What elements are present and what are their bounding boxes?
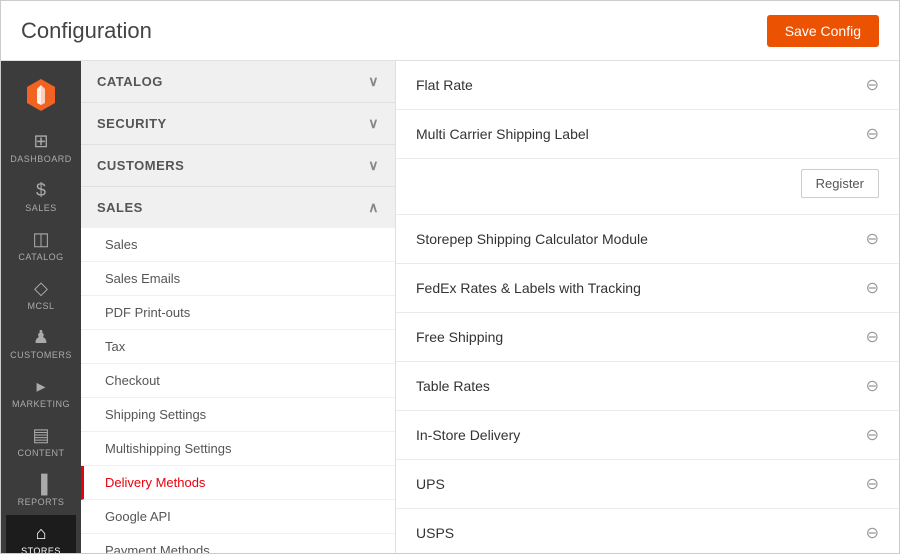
left-nav-items: ⊞ DASHBOARD $ SALES ◫ CATALOG ◇ MCSL ♟ CUSTOMERS ▸… (6, 123, 76, 553)
nav-item-content[interactable]: ▤ CONTENT (6, 417, 76, 466)
sidebar-item-delivery-methods[interactable]: Delivery Methods (81, 466, 395, 500)
sidebar-section-label-customers: CUSTOMERS (97, 158, 184, 173)
app-wrapper: Configuration Save Config ⊞ DASHBOARD $ SAL… (0, 0, 900, 554)
sidebar-section-label-sales: SALES (97, 200, 143, 215)
content-row-expand-icon-free-shipping: ⊖ (866, 327, 879, 347)
sidebar-section-catalog: CATALOG ∨ (81, 61, 395, 103)
nav-label-customers: CUSTOMERS (10, 350, 72, 360)
content-row-expand-icon-instore-delivery: ⊖ (866, 425, 879, 445)
nav-item-marketing[interactable]: ▸ MARKETING (6, 368, 76, 417)
sidebar-item-sales[interactable]: Sales (81, 228, 395, 262)
nav-item-stores[interactable]: ⌂ STORES (6, 515, 76, 553)
nav-item-customers[interactable]: ♟ CUSTOMERS (6, 319, 76, 368)
nav-label-stores: STORES (21, 546, 61, 553)
chevron-sales-icon: ∧ (368, 199, 379, 216)
register-area: Register (396, 159, 899, 215)
nav-item-dashboard[interactable]: ⊞ DASHBOARD (6, 123, 76, 172)
content-row-expand-icon-multi-carrier: ⊖ (866, 124, 879, 144)
nav-label-reports: REPORTS (18, 497, 65, 507)
content-bottom-rows: Storepep Shipping Calculator Module⊖FedE… (396, 215, 899, 553)
content-row-expand-icon-flat-rate: ⊖ (866, 75, 879, 95)
sidebar-item-pdf-printouts[interactable]: PDF Print-outs (81, 296, 395, 330)
nav-item-catalog[interactable]: ◫ CATALOG (6, 221, 76, 270)
marketing-icon: ▸ (36, 376, 45, 397)
nav-label-content: CONTENT (18, 448, 65, 458)
main-layout: ⊞ DASHBOARD $ SALES ◫ CATALOG ◇ MCSL ♟ CUSTOMERS ▸… (1, 61, 899, 553)
sidebar-item-tax[interactable]: Tax (81, 330, 395, 364)
save-config-button[interactable]: Save Config (767, 15, 879, 47)
content-row-expand-icon-ups: ⊖ (866, 474, 879, 494)
sidebar-section-sales: SALES ∧ SalesSales EmailsPDF Print-outsTax… (81, 187, 395, 553)
nav-label-mcsl: MCSL (27, 301, 54, 311)
content-row-flat-rate[interactable]: Flat Rate ⊖ (396, 61, 899, 110)
content-icon: ▤ (32, 425, 49, 446)
content-row-instore-delivery[interactable]: In-Store Delivery ⊖ (396, 411, 899, 460)
sidebar-section-header-catalog[interactable]: CATALOG ∨ (81, 61, 395, 102)
sidebar-sections: CATALOG ∨ SECURITY ∨ CUSTOMERS ∨ SALES ∧ SalesSa… (81, 61, 395, 553)
nav-item-reports[interactable]: ▐ REPORTS (6, 466, 76, 515)
catalog-icon: ◫ (32, 229, 49, 250)
content-row-label-ups: UPS (416, 476, 445, 492)
content-row-label-table-rates: Table Rates (416, 378, 490, 394)
content-row-label-free-shipping: Free Shipping (416, 329, 503, 345)
sidebar: CATALOG ∨ SECURITY ∨ CUSTOMERS ∨ SALES ∧ SalesSa… (81, 61, 396, 553)
content-row-multi-carrier[interactable]: Multi Carrier Shipping Label ⊖ (396, 110, 899, 159)
chevron-security-icon: ∨ (368, 115, 379, 132)
customers-icon: ♟ (33, 327, 49, 348)
content-row-free-shipping[interactable]: Free Shipping ⊖ (396, 313, 899, 362)
stores-icon: ⌂ (36, 523, 47, 544)
sidebar-section-customers: CUSTOMERS ∨ (81, 145, 395, 187)
nav-item-mcsl[interactable]: ◇ MCSL (6, 270, 76, 319)
page-title: Configuration (21, 18, 152, 44)
register-button[interactable]: Register (801, 169, 879, 198)
sidebar-item-multishipping-settings[interactable]: Multishipping Settings (81, 432, 395, 466)
content-row-label-fedex-rates: FedEx Rates & Labels with Tracking (416, 280, 641, 296)
sidebar-section-header-sales[interactable]: SALES ∧ (81, 187, 395, 228)
content-row-table-rates[interactable]: Table Rates ⊖ (396, 362, 899, 411)
chevron-customers-icon: ∨ (368, 157, 379, 174)
nav-label-marketing: MARKETING (12, 399, 70, 409)
nav-label-catalog: CATALOG (18, 252, 63, 262)
sidebar-item-payment-methods[interactable]: Payment Methods (81, 534, 395, 553)
content-row-ups[interactable]: UPS ⊖ (396, 460, 899, 509)
nav-item-sales[interactable]: $ SALES (6, 172, 76, 221)
content-area: Flat Rate⊖Multi Carrier Shipping Label⊖ … (396, 61, 899, 553)
content-row-label-storepep: Storepep Shipping Calculator Module (416, 231, 648, 247)
magento-logo-icon (23, 77, 59, 113)
sidebar-section-header-customers[interactable]: CUSTOMERS ∨ (81, 145, 395, 186)
mcsl-icon: ◇ (34, 278, 48, 299)
content-row-expand-icon-table-rates: ⊖ (866, 376, 879, 396)
sales-icon: $ (36, 180, 46, 201)
sidebar-section-label-catalog: CATALOG (97, 74, 163, 89)
sidebar-item-checkout[interactable]: Checkout (81, 364, 395, 398)
dashboard-icon: ⊞ (33, 131, 48, 152)
reports-icon: ▐ (35, 474, 48, 495)
content-row-usps[interactable]: USPS ⊖ (396, 509, 899, 553)
sidebar-section-security: SECURITY ∨ (81, 103, 395, 145)
left-nav: ⊞ DASHBOARD $ SALES ◫ CATALOG ◇ MCSL ♟ CUSTOMERS ▸… (1, 61, 81, 553)
sidebar-item-sales-emails[interactable]: Sales Emails (81, 262, 395, 296)
content-row-label-usps: USPS (416, 525, 454, 541)
content-row-expand-icon-usps: ⊖ (866, 523, 879, 543)
content-row-storepep[interactable]: Storepep Shipping Calculator Module ⊖ (396, 215, 899, 264)
nav-logo[interactable] (1, 71, 81, 123)
chevron-catalog-icon: ∨ (368, 73, 379, 90)
content-row-label-flat-rate: Flat Rate (416, 77, 473, 93)
content-row-label-multi-carrier: Multi Carrier Shipping Label (416, 126, 589, 142)
content-row-fedex-rates[interactable]: FedEx Rates & Labels with Tracking ⊖ (396, 264, 899, 313)
nav-label-sales: SALES (25, 203, 57, 213)
sidebar-item-google-api[interactable]: Google API (81, 500, 395, 534)
content-row-label-instore-delivery: In-Store Delivery (416, 427, 520, 443)
sidebar-item-shipping-settings[interactable]: Shipping Settings (81, 398, 395, 432)
sidebar-section-label-security: SECURITY (97, 116, 167, 131)
sidebar-section-header-security[interactable]: SECURITY ∨ (81, 103, 395, 144)
content-top-rows: Flat Rate ⊖ Multi Carrier Shipping Label ⊖ (396, 61, 899, 159)
content-row-expand-icon-fedex-rates: ⊖ (866, 278, 879, 298)
sidebar-sub-items-sales: SalesSales EmailsPDF Print-outsTaxChecko… (81, 228, 395, 553)
content-row-expand-icon-storepep: ⊖ (866, 229, 879, 249)
top-header: Configuration Save Config (1, 1, 899, 61)
nav-label-dashboard: DASHBOARD (10, 154, 72, 164)
